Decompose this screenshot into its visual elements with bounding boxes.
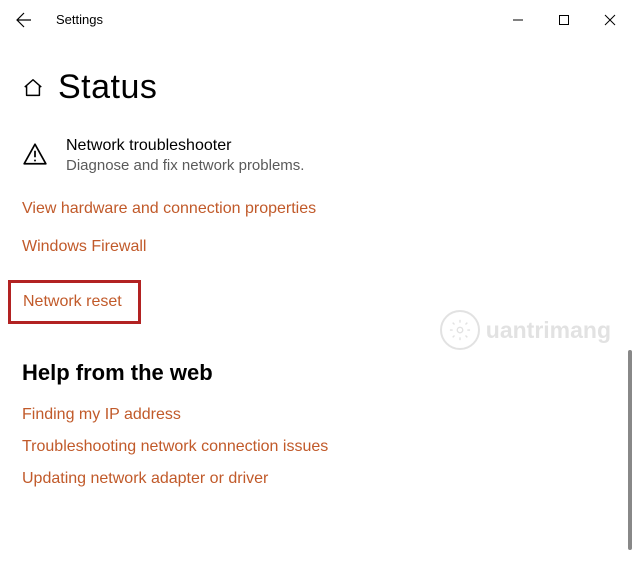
watermark: uantrimang — [440, 310, 611, 350]
link-network-reset[interactable]: Network reset — [23, 293, 122, 311]
close-icon — [604, 14, 616, 26]
close-button[interactable] — [587, 0, 633, 40]
page-header: Status — [22, 68, 633, 107]
network-troubleshooter-item[interactable]: Network troubleshooter Diagnose and fix … — [22, 137, 633, 174]
minimize-icon — [512, 14, 524, 26]
warning-triangle-icon — [22, 141, 48, 167]
link-view-hardware[interactable]: View hardware and connection properties — [22, 200, 316, 218]
page-title: Status — [58, 68, 157, 107]
watermark-text: uantrimang — [486, 317, 611, 344]
minimize-button[interactable] — [495, 0, 541, 40]
help-link-troubleshoot[interactable]: Troubleshooting network connection issue… — [22, 438, 328, 456]
watermark-logo-icon — [440, 310, 480, 350]
link-windows-firewall[interactable]: Windows Firewall — [22, 238, 146, 256]
maximize-icon — [558, 14, 570, 26]
home-icon[interactable] — [22, 77, 44, 99]
titlebar: Settings — [0, 0, 633, 40]
back-arrow-icon — [16, 12, 32, 28]
maximize-button[interactable] — [541, 0, 587, 40]
help-link-adapter[interactable]: Updating network adapter or driver — [22, 470, 268, 488]
scrollbar-track[interactable] — [629, 40, 633, 581]
highlight-box: Network reset — [8, 280, 141, 324]
back-button[interactable] — [0, 0, 48, 40]
window-controls — [495, 0, 633, 40]
troubleshooter-text: Network troubleshooter Diagnose and fix … — [66, 137, 304, 174]
content-area: Status Network troubleshooter Diagnose a… — [0, 40, 633, 581]
app-title: Settings — [56, 12, 103, 27]
help-link-ip[interactable]: Finding my IP address — [22, 406, 181, 424]
help-heading: Help from the web — [22, 360, 633, 386]
scrollbar-thumb[interactable] — [628, 350, 632, 550]
troubleshooter-subtitle: Diagnose and fix network problems. — [66, 157, 304, 174]
troubleshooter-title: Network troubleshooter — [66, 137, 304, 155]
